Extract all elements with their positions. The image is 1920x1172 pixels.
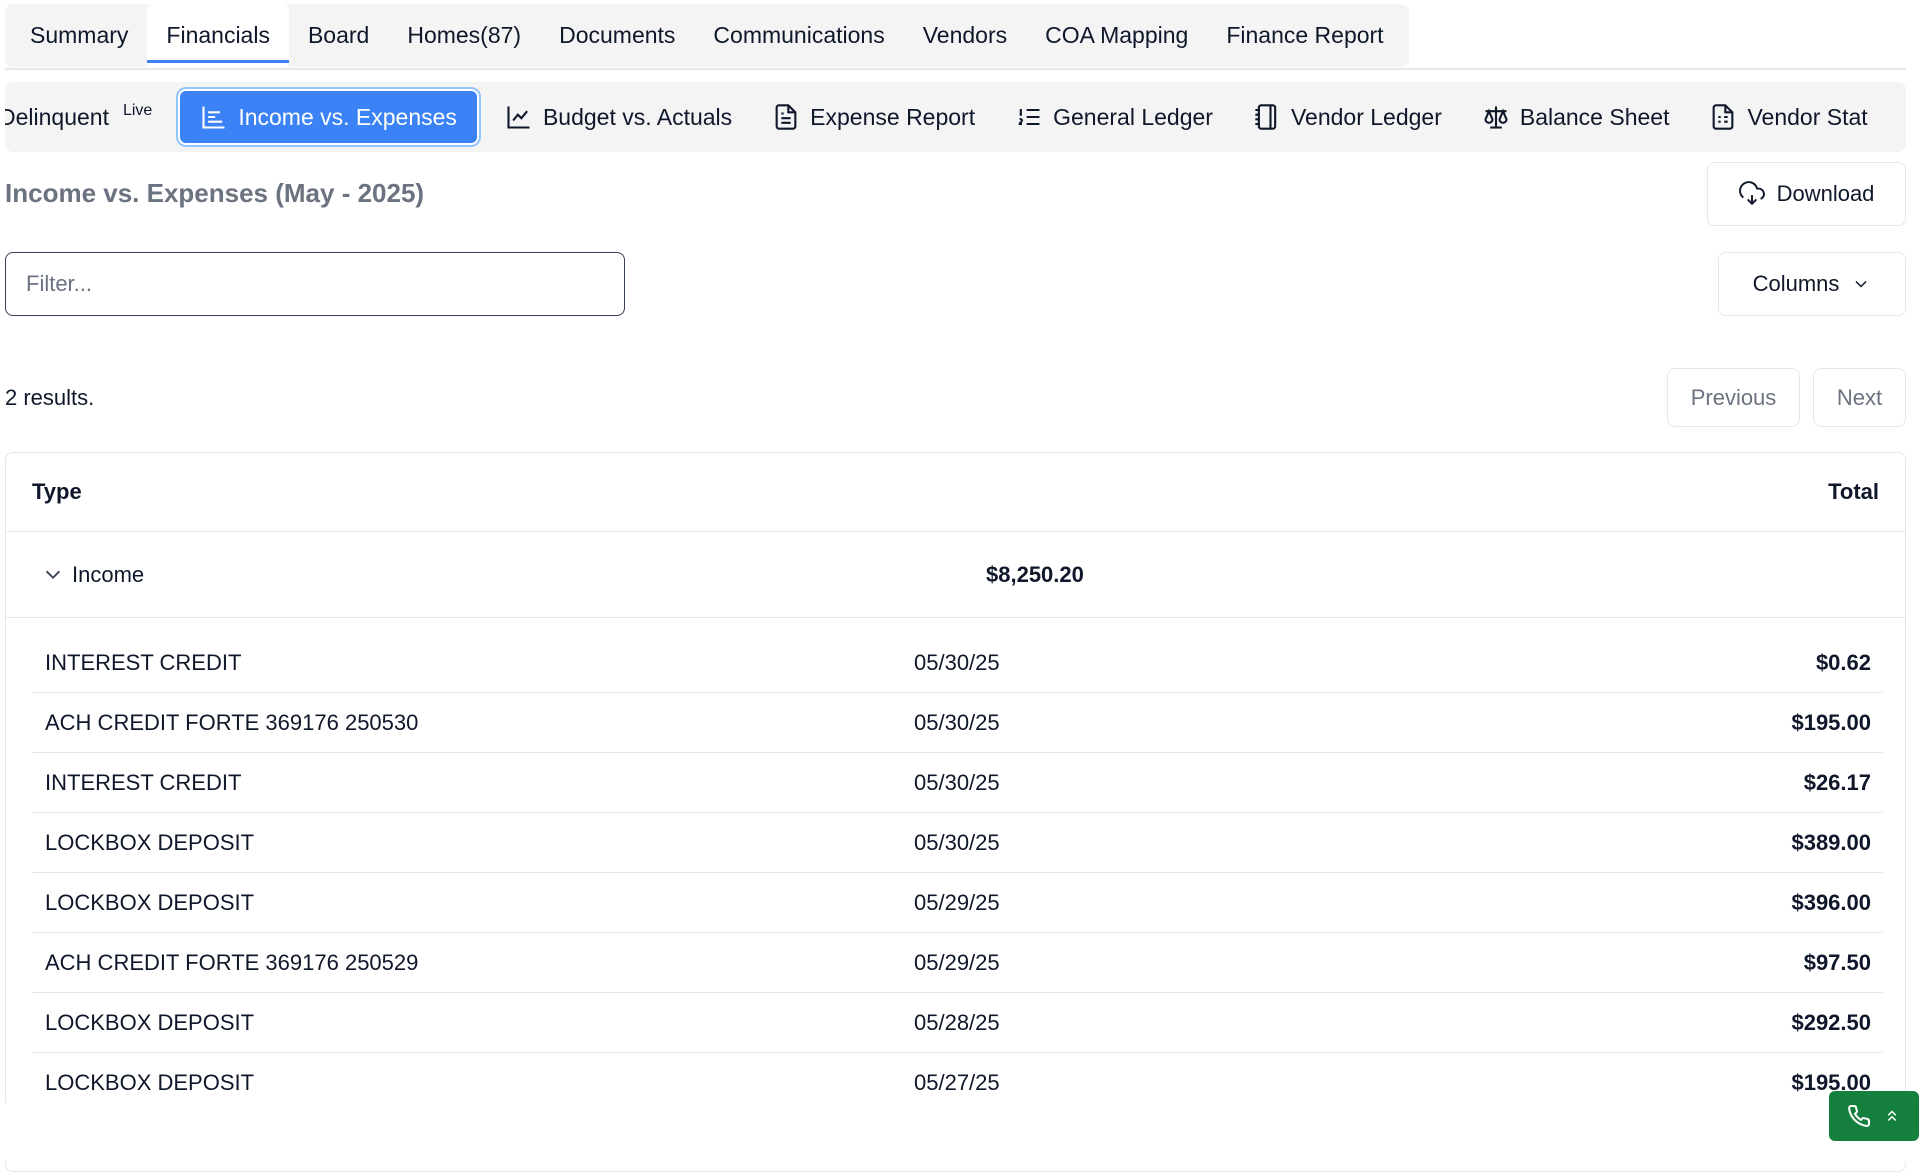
table-header: Type Total [6, 453, 1905, 532]
row-amount: $396.00 [1791, 889, 1871, 915]
columns-label: Columns [1752, 271, 1840, 296]
row-date: 05/30/25 [914, 649, 1000, 675]
results-count: 2 results. [5, 385, 95, 410]
line-chart-icon [507, 106, 530, 129]
tab-divider [5, 68, 1906, 70]
previous-button[interactable]: Previous [1667, 368, 1800, 427]
viewport-bottom-edge [0, 1103, 1920, 1161]
subtab-balance-sheet[interactable]: Balance Sheet [1462, 88, 1690, 146]
chevron-down-icon[interactable] [42, 564, 64, 586]
row-amount: $0.62 [1815, 649, 1871, 675]
group-row-income[interactable]: Income $8,250.20 [6, 532, 1905, 618]
row-description: ACH CREDIT FORTE 369176 250530 [45, 709, 419, 735]
group-total: $8,250.20 [986, 561, 1084, 587]
row-date: 05/30/25 [914, 829, 1000, 855]
chevrons-up-icon [1887, 1110, 1897, 1122]
subtab-expense-report-label: Expense Report [810, 103, 976, 130]
call-widget[interactable] [1829, 1091, 1919, 1141]
bar-chart-icon [202, 106, 225, 129]
header-total: Total [1828, 479, 1879, 504]
table-row: ACH CREDIT FORTE 369176 250529 05/29/25 … [32, 933, 1883, 993]
live-badge: Live [122, 102, 153, 119]
scale-icon [1484, 106, 1508, 129]
numbered-list-icon [1018, 108, 1040, 126]
group-label: Income [72, 561, 145, 587]
subtab-income-vs-expenses[interactable]: Income vs. Expenses [178, 89, 479, 145]
table-row: ACH CREDIT FORTE 369176 250530 05/30/25 … [32, 693, 1883, 753]
subtab-vendor-ledger-label: Vendor Ledger [1290, 103, 1442, 130]
subtab-balance-sheet-label: Balance Sheet [1519, 103, 1670, 130]
row-date: 05/30/25 [914, 769, 1000, 795]
columns-button[interactable]: Columns [1718, 252, 1906, 316]
subtab-vendor-statement[interactable]: Vendor Stat [1689, 88, 1887, 146]
row-description: LOCKBOX DEPOSIT [45, 829, 255, 855]
table-row: LOCKBOX DEPOSIT 05/30/25 $389.00 [32, 813, 1883, 873]
row-amount: $389.00 [1791, 829, 1871, 855]
detail-rows: INTEREST CREDIT 05/30/25 $0.62 ACH CREDI… [32, 633, 1883, 1113]
top-tab-bar: Summary Financials Board Homes(87) Docum… [5, 4, 1409, 67]
tab-financials[interactable]: Financials [147, 4, 289, 67]
row-amount: $292.50 [1791, 1009, 1871, 1035]
subtab-vendor-statement-label: Vendor Stat [1747, 103, 1868, 130]
next-button[interactable]: Next [1813, 368, 1906, 427]
subtab-expense-report[interactable]: Expense Report [752, 88, 995, 146]
row-description: LOCKBOX DEPOSIT [45, 1069, 255, 1095]
phone-icon [1848, 1104, 1871, 1127]
row-description: LOCKBOX DEPOSIT [45, 1009, 255, 1035]
notebook-icon [1255, 104, 1277, 130]
download-button[interactable]: Download [1707, 162, 1906, 226]
subtab-income-vs-expenses-label: Income vs. Expenses [238, 103, 457, 130]
header-type: Type [32, 479, 82, 504]
row-description: LOCKBOX DEPOSIT [45, 889, 255, 915]
row-date: 05/27/25 [914, 1069, 1000, 1095]
financials-subtab-bar: Delinquent Live Income vs. Expenses Budg… [5, 82, 1906, 152]
row-amount: $195.00 [1791, 709, 1871, 735]
subtab-general-ledger[interactable]: General Ledger [995, 88, 1233, 146]
download-label: Download [1776, 181, 1875, 206]
row-date: 05/28/25 [914, 1009, 1000, 1035]
table-row: INTEREST CREDIT 05/30/25 $26.17 [32, 753, 1883, 813]
table-row: LOCKBOX DEPOSIT 05/28/25 $292.50 [32, 993, 1883, 1053]
tab-board[interactable]: Board [289, 4, 388, 67]
tab-communications[interactable]: Communications [694, 4, 903, 67]
row-date: 05/30/25 [914, 709, 1000, 735]
table-row: INTEREST CREDIT 05/30/25 $0.62 [32, 633, 1883, 693]
tab-homes[interactable]: Homes(87) [388, 4, 540, 67]
row-amount: $97.50 [1803, 949, 1871, 975]
cloud-download-icon [1738, 181, 1765, 206]
row-date: 05/29/25 [914, 889, 1000, 915]
table-row: LOCKBOX DEPOSIT 05/29/25 $396.00 [32, 873, 1883, 933]
page-title: Income vs. Expenses (May - 2025) [5, 178, 425, 208]
tab-summary[interactable]: Summary [11, 4, 147, 67]
tab-vendors[interactable]: Vendors [904, 4, 1026, 67]
subtab-general-ledger-label: General Ledger [1053, 103, 1213, 130]
tab-coa-mapping[interactable]: COA Mapping [1026, 4, 1207, 67]
filter-input[interactable] [5, 252, 625, 316]
tab-documents[interactable]: Documents [540, 4, 694, 67]
row-description: INTEREST CREDIT [45, 649, 242, 675]
subtab-budget-vs-actuals-label: Budget vs. Actuals [542, 103, 733, 130]
chevron-down-icon [1855, 280, 1867, 288]
row-amount: $26.17 [1803, 769, 1871, 795]
document-text-icon [1713, 104, 1734, 130]
row-description: ACH CREDIT FORTE 369176 250529 [45, 949, 419, 975]
income-expense-table: Type Total Income $8,250.20 INTEREST CRE… [5, 452, 1906, 1172]
subtab-delinquent-label: Delinquent [5, 103, 109, 130]
tab-finance-report[interactable]: Finance Report [1207, 4, 1402, 67]
row-description: INTEREST CREDIT [45, 769, 242, 795]
document-icon [775, 104, 797, 130]
subtab-budget-vs-actuals[interactable]: Budget vs. Actuals [485, 88, 752, 146]
subtab-delinquent[interactable]: Delinquent Live [5, 88, 172, 146]
subtab-vendor-ledger[interactable]: Vendor Ledger [1233, 88, 1462, 146]
row-date: 05/29/25 [914, 949, 1000, 975]
